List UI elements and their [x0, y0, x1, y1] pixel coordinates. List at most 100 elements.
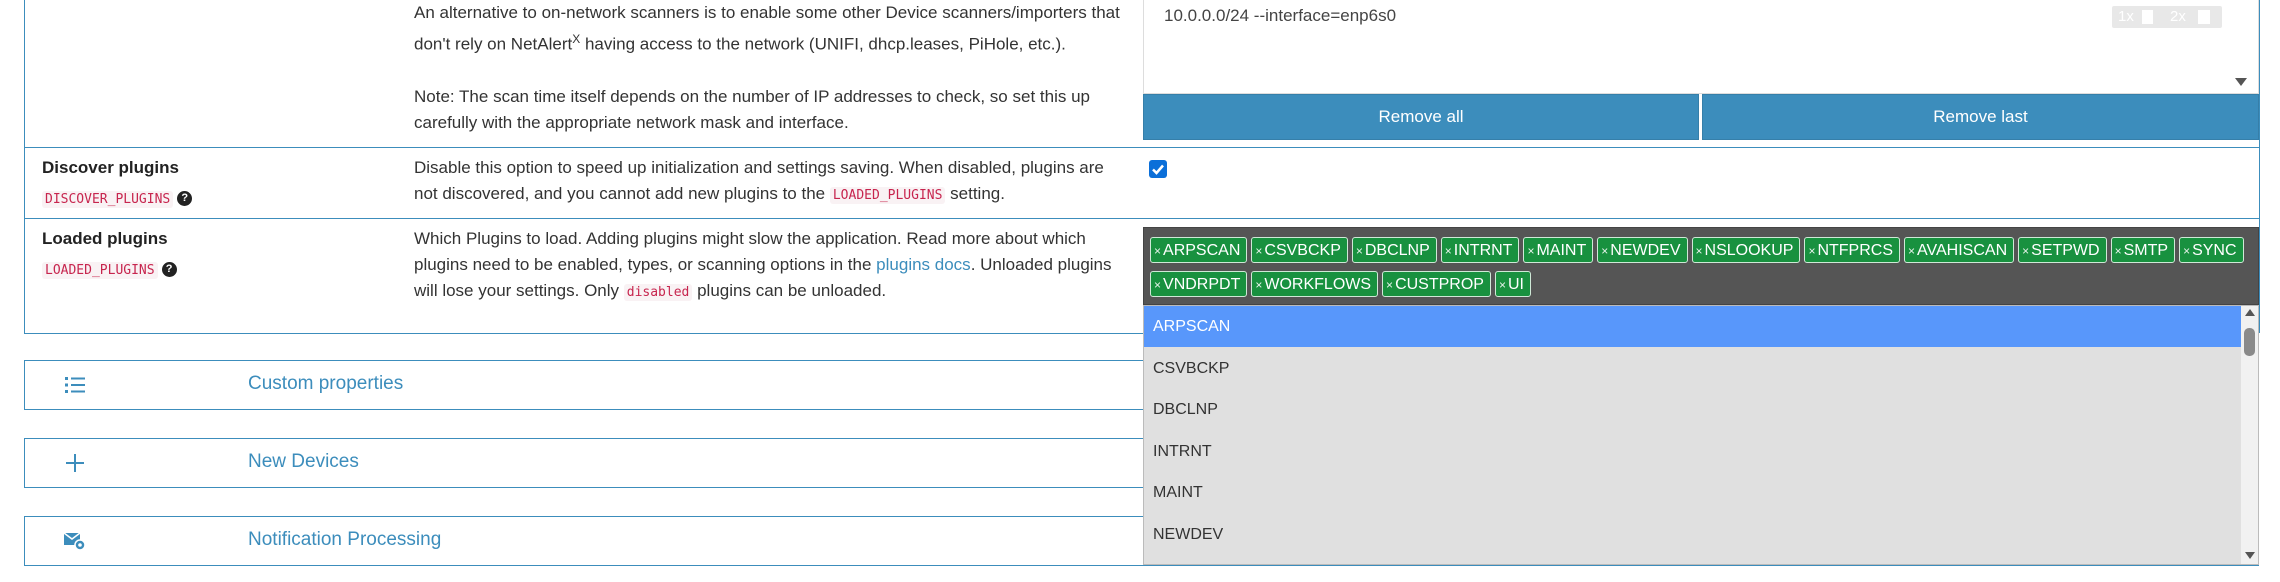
help-icon[interactable]: ? [177, 191, 193, 207]
tag-label: NTFPRCS [1817, 242, 1894, 259]
section-title: New Devices [248, 451, 359, 472]
loaded-plugins-code: LOADED_PLUGINS [42, 262, 158, 279]
plugin-tag[interactable]: × UI [1494, 271, 1531, 297]
remove-all-button[interactable]: Remove all [1143, 94, 1699, 140]
settings-panel-left-border [24, 0, 25, 333]
plugin-tag[interactable]: × DBCLNP [1351, 237, 1437, 263]
copy-icon[interactable] [2142, 10, 2153, 24]
tag-remove-icon[interactable]: × [1527, 244, 1534, 258]
tag-label: MAINT [1536, 242, 1587, 259]
scan-description: An alternative to on-network scanners is… [414, 0, 1120, 136]
dropdown-option[interactable]: ARPSCAN [1144, 306, 2258, 347]
dropdown-option[interactable]: DBCLNP [1144, 389, 2258, 430]
plugin-tag[interactable]: × CSVBCKP [1251, 237, 1348, 263]
scan-note-line1: Note: The scan time itself depends on th… [414, 86, 1090, 106]
dropdown-scrollbar[interactable] [2241, 306, 2258, 564]
plugin-tag[interactable]: × SYNC [2179, 237, 2244, 263]
tag-remove-icon[interactable]: × [1386, 278, 1393, 292]
plugin-tag[interactable]: × ARPSCAN [1150, 237, 1248, 263]
plugin-tag[interactable]: × WORKFLOWS [1251, 271, 1379, 297]
dropdown-option[interactable]: INTRNT [1144, 431, 2258, 472]
selected-tags: × ARPSCAN × CSVBCKP × DBCLNP × INTRNT × MAINT × NEW… [1150, 237, 2258, 305]
checkmark-icon [1152, 164, 1164, 175]
list-icon [65, 377, 85, 393]
plugin-tag[interactable]: × NSLOOKUP [1691, 237, 1801, 263]
plugin-tag[interactable]: × SETPWD [2018, 237, 2107, 263]
tag-remove-icon[interactable]: × [2022, 244, 2029, 258]
plugin-tag[interactable]: × AVAHISCAN [1904, 237, 2015, 263]
tag-remove-icon[interactable]: × [1255, 244, 1262, 258]
tag-remove-icon[interactable]: × [2115, 244, 2122, 258]
discover-plugins-code: DISCOVER_PLUGINS [42, 191, 174, 208]
scan-desc-line1: An alternative to on-network scanners is… [414, 3, 1120, 22]
discover-plugins-checkbox[interactable] [1149, 160, 1167, 178]
tag-remove-icon[interactable]: × [1696, 244, 1703, 258]
zoom-controls: 1x 2x [2112, 6, 2222, 28]
loaded-plugins-select[interactable]: × ARPSCAN × CSVBCKP × DBCLNP × INTRNT × MAINT × NEW… [1143, 227, 2259, 305]
section-title: Custom properties [248, 373, 404, 394]
help-icon[interactable]: ? [161, 262, 177, 278]
row-divider [24, 218, 2259, 219]
plugin-tag[interactable]: × MAINT [1523, 237, 1594, 263]
tag-remove-icon[interactable]: × [1908, 244, 1915, 258]
tag-label: NSLOOKUP [1704, 242, 1794, 259]
loaded-plugins-code-row: LOADED_PLUGINS? [42, 261, 177, 279]
zoom-1x-button[interactable]: 1x [2118, 8, 2134, 25]
scroll-down-arrow-icon[interactable] [2235, 78, 2247, 86]
settings-panel-right-border [2259, 0, 2260, 333]
tag-label: SETPWD [2031, 242, 2100, 259]
row-divider [24, 147, 2259, 148]
plugins-docs-link[interactable]: plugins docs [876, 255, 971, 274]
dropdown-option[interactable]: CSVBCKP [1144, 348, 2258, 389]
plugin-tag[interactable]: × VNDRPDT [1150, 271, 1248, 297]
tag-label: UI [1507, 276, 1524, 293]
tag-remove-icon[interactable]: × [1255, 278, 1262, 292]
section-title: Notification Processing [248, 529, 442, 550]
discover-plugins-code-row: DISCOVER_PLUGINS? [42, 190, 193, 208]
plugin-tag[interactable]: × CUSTPROP [1382, 271, 1491, 297]
scrollbar-thumb[interactable] [2244, 328, 2255, 356]
zoom-2x-button[interactable]: 2x [2170, 8, 2186, 25]
plugin-tag[interactable]: × INTRNT [1440, 237, 1520, 263]
tag-label: VNDRPDT [1163, 276, 1241, 293]
scan-note-line2: carefully with the appropriate network m… [414, 112, 849, 132]
subnets-textarea[interactable]: 10.0.0.0/24 --interface=enp6s0 1x 2x [1143, 0, 2259, 94]
loaded-plugins-title: Loaded plugins [42, 229, 168, 248]
tag-remove-icon[interactable]: × [1356, 244, 1363, 258]
dropdown-option[interactable]: MAINT [1144, 472, 2258, 513]
envelope-gear-icon [63, 532, 86, 551]
tag-remove-icon[interactable]: × [1499, 278, 1506, 292]
tag-remove-icon[interactable]: × [1154, 278, 1161, 292]
scroll-down-arrow-icon[interactable] [2245, 552, 2255, 559]
tag-label: SMTP [2123, 242, 2169, 259]
tag-label: ARPSCAN [1163, 242, 1241, 259]
tag-remove-icon[interactable]: × [1445, 244, 1452, 258]
tag-remove-icon[interactable]: × [1601, 244, 1608, 258]
plugin-tag[interactable]: × SMTP [2110, 237, 2176, 263]
discover-plugins-title: Discover plugins [42, 158, 179, 177]
plugins-dropdown[interactable]: ARPSCAN CSVBCKP DBCLNP INTRNT MAINT NEWDEV [1143, 305, 2259, 565]
tag-label: CUSTPROP [1395, 276, 1484, 293]
plugin-tag[interactable]: × NTFPRCS [1804, 237, 1901, 263]
scroll-up-arrow-icon[interactable] [2245, 309, 2255, 316]
plus-icon [66, 454, 84, 472]
tag-remove-icon[interactable]: × [2183, 244, 2190, 258]
tag-label: INTRNT [1453, 242, 1513, 259]
expand-icon[interactable] [2198, 10, 2210, 24]
tag-label: CSVBCKP [1264, 242, 1341, 259]
plugin-tag[interactable]: × NEWDEV [1597, 237, 1688, 263]
subnet-value: 10.0.0.0/24 --interface=enp6s0 [1164, 6, 1397, 25]
tag-label: SYNC [2192, 242, 2237, 259]
dropdown-option[interactable]: NEWDEV [1144, 514, 2258, 555]
tag-label: NEWDEV [1610, 242, 1681, 259]
discover-plugins-description: Disable this option to speed up initiali… [414, 158, 1104, 204]
dropdown-options: ARPSCAN CSVBCKP DBCLNP INTRNT MAINT NEWDEV [1144, 306, 2258, 564]
tag-remove-icon[interactable]: × [1808, 244, 1815, 258]
tag-label: WORKFLOWS [1264, 276, 1372, 293]
loaded-plugins-description: Which Plugins to load. Adding plugins mi… [414, 229, 1112, 301]
tag-remove-icon[interactable]: × [1154, 244, 1161, 258]
remove-last-button[interactable]: Remove last [1702, 94, 2259, 140]
tag-label: AVAHISCAN [1917, 242, 2008, 259]
tag-label: DBCLNP [1364, 242, 1430, 259]
scan-desc-line2: don't rely on NetAlertX having access to… [414, 32, 1066, 54]
